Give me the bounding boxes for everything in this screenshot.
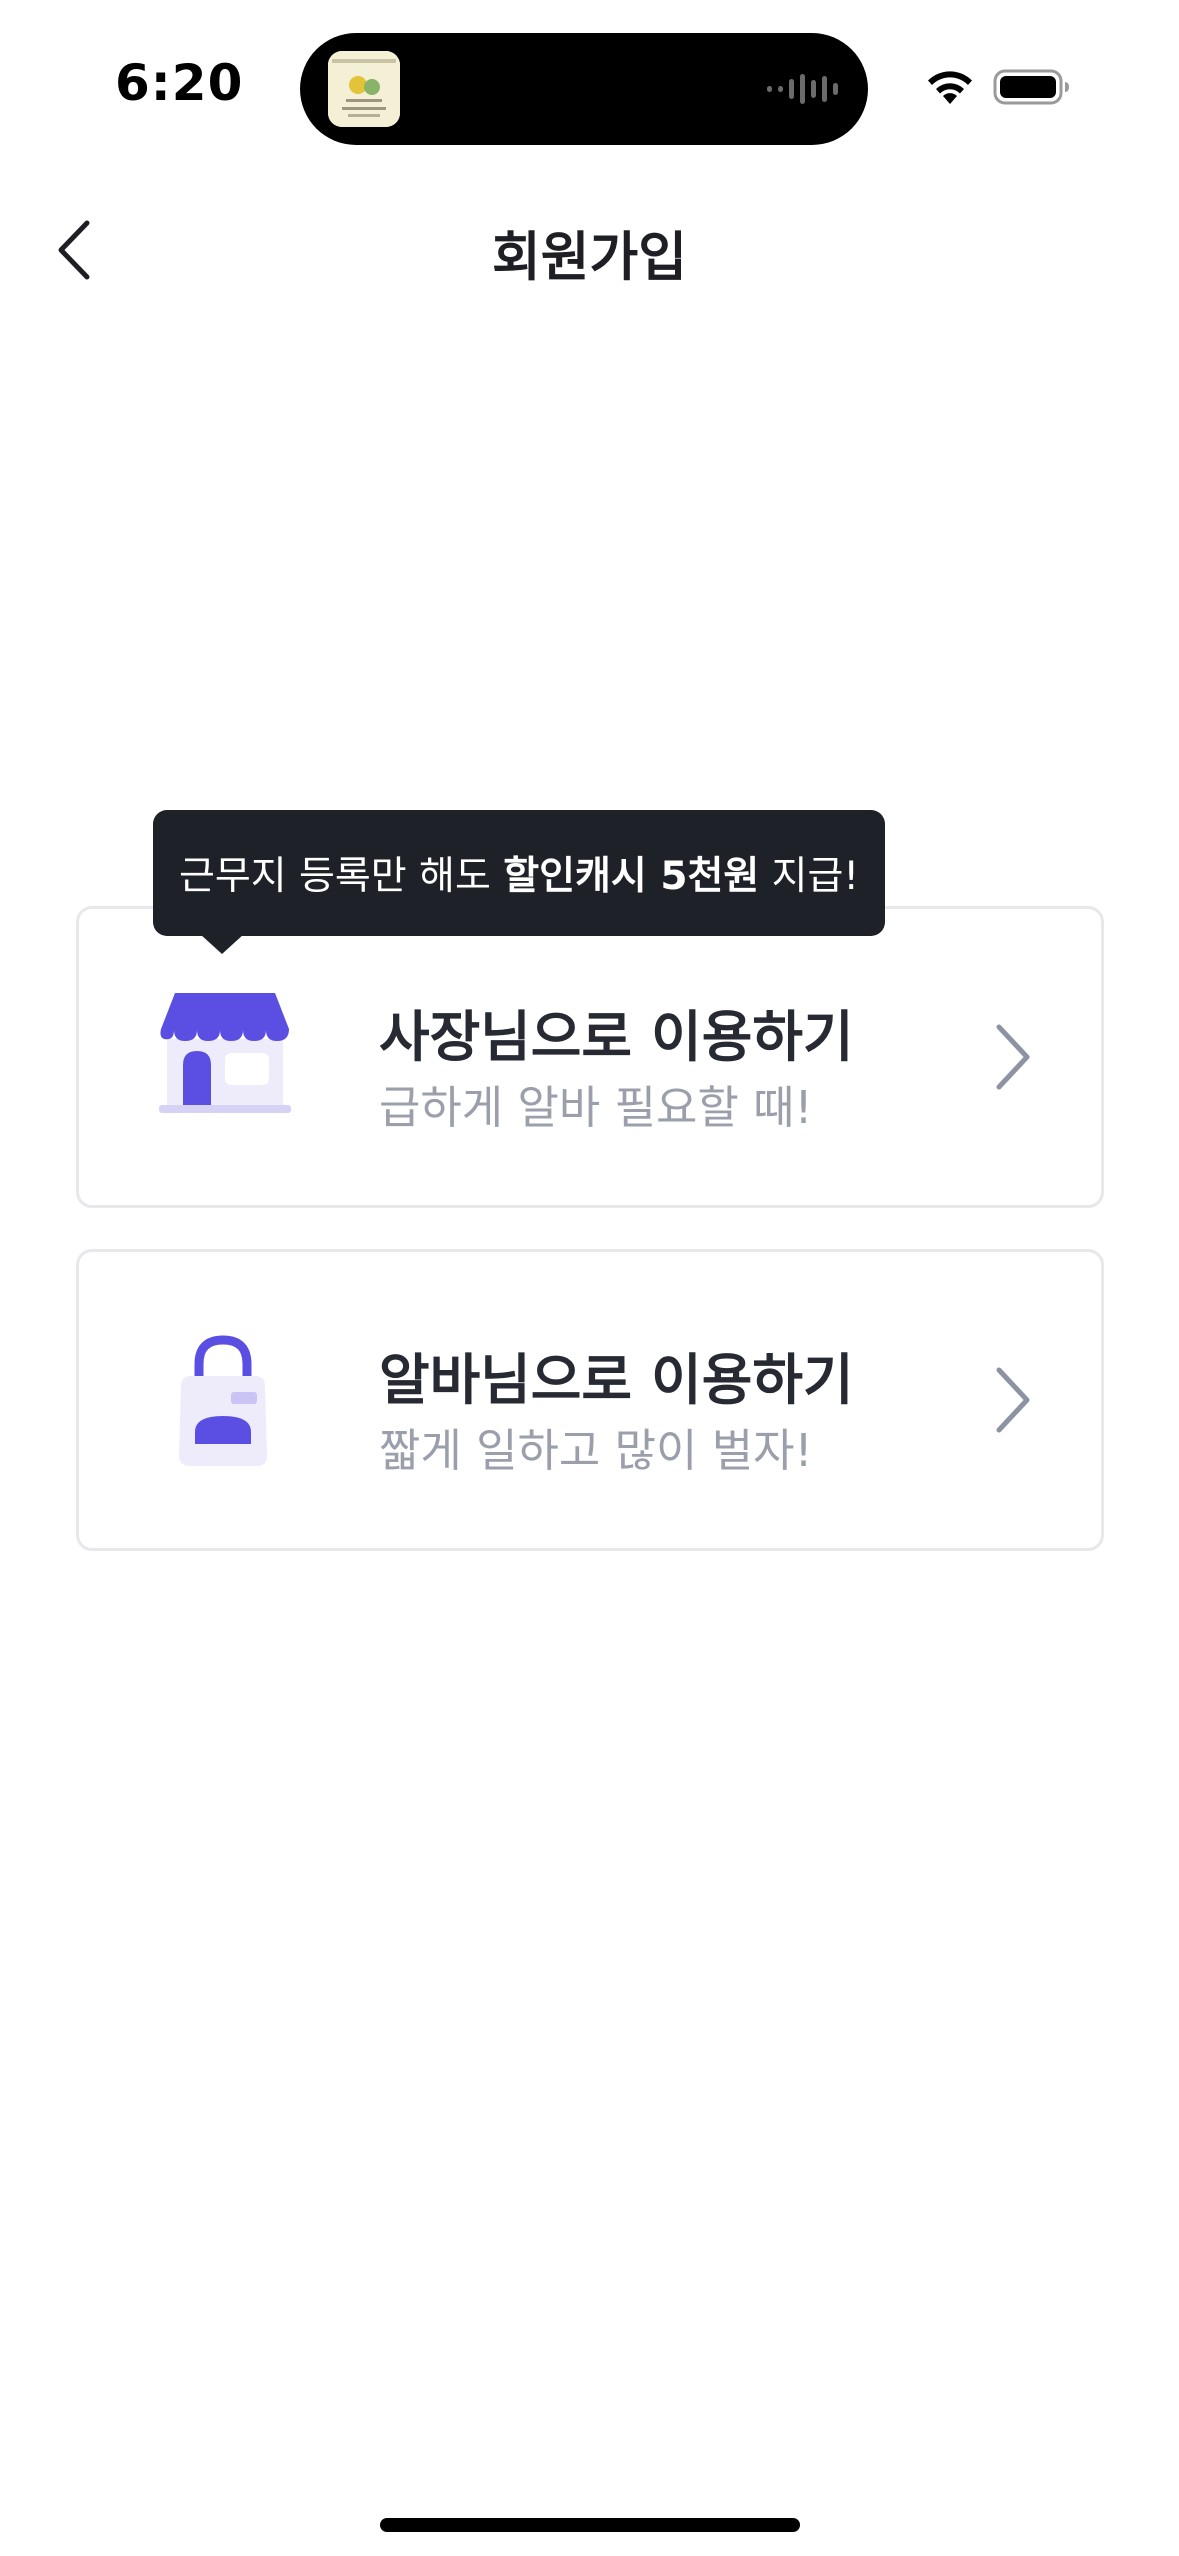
status-time: 6:20 bbox=[115, 54, 244, 112]
store-icon bbox=[155, 987, 295, 1127]
tooltip-text-after: 지급! bbox=[759, 854, 860, 899]
page-title: 회원가입 bbox=[491, 227, 688, 288]
tooltip-text-before: 근무지 등록만 해도 bbox=[178, 854, 504, 899]
worker-signup-card[interactable]: 알바님으로 이용하기 짧게 일하고 많이 벌자! bbox=[76, 1249, 1104, 1551]
tooltip-text-highlight: 할인캐시 5천원 bbox=[503, 854, 760, 899]
owner-card-title: 사장님으로 이용하기 bbox=[379, 1005, 854, 1069]
now-playing-artwork-icon bbox=[328, 51, 400, 127]
battery-icon bbox=[993, 68, 1071, 106]
home-indicator[interactable] bbox=[380, 2518, 800, 2532]
chevron-right-icon bbox=[989, 1021, 1039, 1093]
tooltip-pointer bbox=[200, 934, 244, 954]
worker-card-title: 알바님으로 이용하기 bbox=[379, 1348, 854, 1412]
worker-card-subtitle: 짧게 일하고 많이 벌자! bbox=[379, 1424, 813, 1477]
signup-screen: 6:20 회원가입 근무지 등록만 해도 할인캐시 5천원 지급! 사장님으로 … bbox=[0, 0, 1179, 2556]
chevron-right-icon bbox=[989, 1364, 1039, 1436]
apron-icon bbox=[155, 1330, 295, 1470]
wifi-icon bbox=[925, 68, 975, 106]
owner-card-subtitle: 급하게 알바 필요할 때! bbox=[379, 1081, 813, 1134]
audio-waveform-icon bbox=[767, 73, 838, 105]
dynamic-island bbox=[300, 33, 868, 145]
promo-tooltip: 근무지 등록만 해도 할인캐시 5천원 지급! bbox=[153, 810, 885, 936]
